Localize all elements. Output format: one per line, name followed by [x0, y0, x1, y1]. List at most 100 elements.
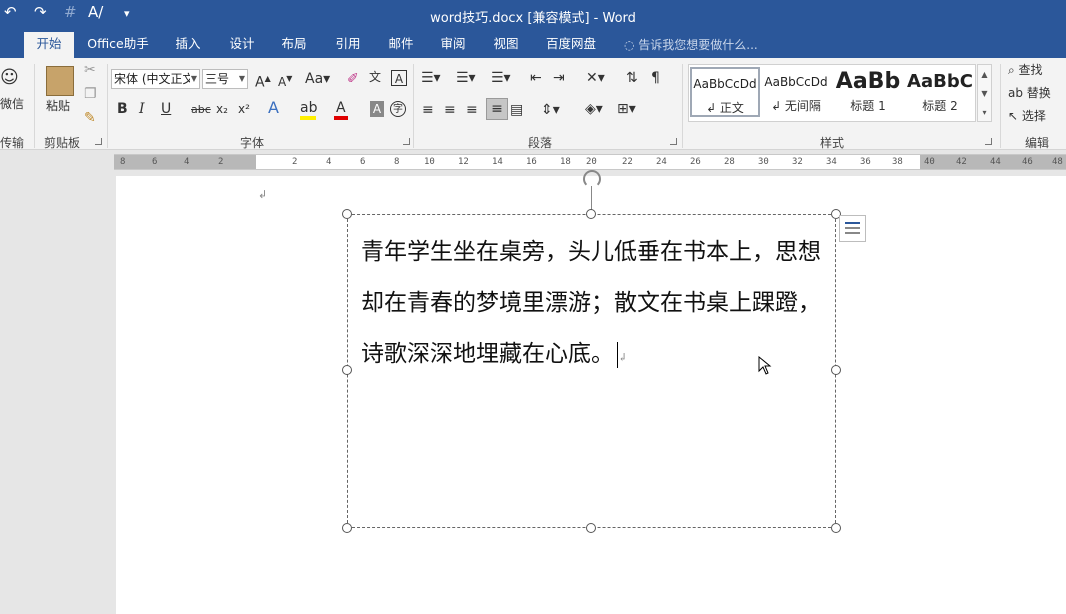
text-box-paragraph: 青年学生坐在桌旁，头儿低垂在书本上，思想却在青春的梦境里漂游；散文在书桌上踝蹬，…: [361, 239, 821, 367]
bold-button[interactable]: B: [117, 101, 128, 117]
ruler-tick: 12: [458, 157, 469, 167]
font-launcher-icon[interactable]: [403, 138, 410, 145]
format-painter-icon[interactable]: ✎: [84, 110, 96, 126]
paragraph-launcher-icon[interactable]: [670, 138, 677, 145]
copy-icon[interactable]: ❐: [84, 86, 97, 102]
style-heading-2[interactable]: AaBbC 标题 2: [904, 67, 976, 117]
tell-me-box[interactable]: ◌ 告诉我您想要做什么...: [624, 36, 758, 53]
change-case-icon[interactable]: Aa▾: [305, 71, 330, 87]
layout-options-line: [845, 232, 860, 234]
strikethrough-button[interactable]: abc: [191, 102, 211, 118]
tab-references[interactable]: 引用: [328, 32, 368, 58]
find-button[interactable]: ⌕ 查找: [1008, 62, 1043, 78]
highlight-color-bar: [300, 116, 316, 120]
chevron-down-icon[interactable]: ▼: [978, 84, 991, 103]
underline-button[interactable]: U: [161, 101, 171, 117]
ruler-tick: 10: [424, 157, 435, 167]
group-divider: [413, 64, 414, 148]
tab-view[interactable]: 视图: [486, 32, 526, 58]
subscript-button[interactable]: x₂: [216, 101, 228, 117]
decrease-indent-icon[interactable]: ⇤: [530, 70, 542, 86]
text-effects-icon[interactable]: A: [268, 100, 279, 116]
tab-design[interactable]: 设计: [222, 32, 262, 58]
bullets-icon[interactable]: ☰▾: [421, 70, 441, 86]
resize-handle-right[interactable]: [831, 365, 841, 375]
resize-handle-bottom[interactable]: [586, 523, 596, 533]
shading-icon[interactable]: ◈▾: [585, 101, 603, 117]
group-divider: [682, 64, 683, 148]
horizontal-ruler[interactable]: 8 6 4 2 2 4 6 8 10 12 14 16 18 20 22 24 …: [114, 154, 1066, 170]
more-styles-icon[interactable]: ▾: [978, 103, 991, 122]
ruler-tick: 48: [1052, 157, 1063, 167]
styles-scroll[interactable]: ▲ ▼ ▾: [977, 64, 992, 122]
group-label-transfer: 传输: [0, 136, 25, 150]
line-spacing-icon[interactable]: ⇕▾: [541, 102, 560, 118]
numbering-icon[interactable]: ☰▾: [456, 70, 476, 86]
clear-format-icon[interactable]: ✐: [347, 71, 359, 87]
phonetic-guide-icon[interactable]: 文: [369, 69, 381, 85]
styles-launcher-icon[interactable]: [985, 138, 992, 145]
tab-review[interactable]: 审阅: [433, 32, 473, 58]
ruler-tick: 24: [656, 157, 667, 167]
ruler-tick: 42: [956, 157, 967, 167]
rotate-handle-icon[interactable]: [583, 170, 601, 188]
shrink-font-icon[interactable]: A▼: [278, 71, 292, 90]
style-name: ↲ 正文: [706, 101, 744, 115]
font-name-box[interactable]: 宋体 (中文正文) ▼: [111, 69, 200, 89]
layout-options-line: [845, 227, 860, 229]
chevron-up-icon[interactable]: ▲: [978, 65, 991, 84]
ruler-tick: 46: [1022, 157, 1033, 167]
sort-icon[interactable]: ⇅: [626, 70, 638, 86]
grow-font-icon[interactable]: A▲: [255, 71, 271, 91]
align-left-icon[interactable]: ≡: [422, 102, 434, 118]
italic-button[interactable]: I: [139, 101, 145, 117]
show-marks-icon[interactable]: ¶: [651, 70, 660, 86]
style-normal[interactable]: AaBbCcDd ↲ 正文: [690, 67, 760, 117]
ruler-tick: 14: [492, 157, 503, 167]
superscript-button[interactable]: x²: [238, 101, 250, 117]
align-right-icon[interactable]: ≡: [466, 102, 478, 118]
ruler-tick: 8: [120, 157, 126, 167]
ruler-tick: 4: [326, 157, 332, 167]
ruler-tick: 44: [990, 157, 1001, 167]
tab-baidu-netdisk[interactable]: 百度网盘: [540, 32, 602, 58]
style-heading-1[interactable]: AaBb 标题 1: [832, 67, 904, 117]
resize-handle-top-left[interactable]: [342, 209, 352, 219]
font-color-icon[interactable]: A: [336, 100, 346, 116]
wechat-button[interactable]: 微信: [0, 96, 24, 112]
group-label-paragraph: 段落: [528, 136, 553, 150]
paste-button[interactable]: 粘贴: [46, 98, 70, 114]
chevron-down-icon: ▼: [238, 74, 245, 83]
increase-indent-icon[interactable]: ⇥: [553, 70, 565, 86]
align-center-icon[interactable]: ≡: [444, 102, 456, 118]
layout-options-button[interactable]: [839, 215, 866, 242]
tab-insert[interactable]: 插入: [168, 32, 208, 58]
clipboard-launcher-icon[interactable]: [95, 138, 102, 145]
resize-handle-bottom-right[interactable]: [831, 523, 841, 533]
resize-handle-top[interactable]: [586, 209, 596, 219]
ruler-tick: 34: [826, 157, 837, 167]
tab-layout[interactable]: 布局: [274, 32, 314, 58]
tab-office-assistant[interactable]: Office助手: [82, 32, 154, 58]
chinese-layout-icon[interactable]: ✕▾: [586, 70, 605, 86]
character-shading-icon[interactable]: A: [370, 101, 384, 117]
resize-handle-left[interactable]: [342, 365, 352, 375]
font-size-box[interactable]: 三号 ▼: [202, 69, 248, 89]
ribbon: ☺ 微信 传输 粘贴 ✂ ❐ ✎ 剪贴板 宋体 (中文正文) ▼ 三号 ▼ A▲…: [0, 58, 1066, 150]
resize-handle-bottom-left[interactable]: [342, 523, 352, 533]
highlight-icon[interactable]: ab: [300, 100, 317, 116]
multilevel-list-icon[interactable]: ☰▾: [491, 70, 511, 86]
character-border-icon[interactable]: A: [391, 70, 407, 86]
replace-button[interactable]: ab 替换: [1008, 85, 1051, 101]
justify-icon[interactable]: ≡: [486, 98, 508, 120]
ruler-tick: 2: [218, 157, 224, 167]
tab-home[interactable]: 开始: [24, 32, 74, 58]
borders-icon[interactable]: ⊞▾: [617, 101, 636, 117]
enclose-characters-icon[interactable]: 字: [390, 101, 406, 117]
distributed-icon[interactable]: ▤: [510, 102, 523, 118]
style-no-spacing[interactable]: AaBbCcDd ↲ 无间隔: [760, 67, 832, 117]
select-button[interactable]: ↖ 选择: [1008, 108, 1046, 124]
tab-mailings[interactable]: 邮件: [381, 32, 421, 58]
cut-icon[interactable]: ✂: [84, 62, 96, 78]
layout-options-icon: [845, 222, 860, 224]
